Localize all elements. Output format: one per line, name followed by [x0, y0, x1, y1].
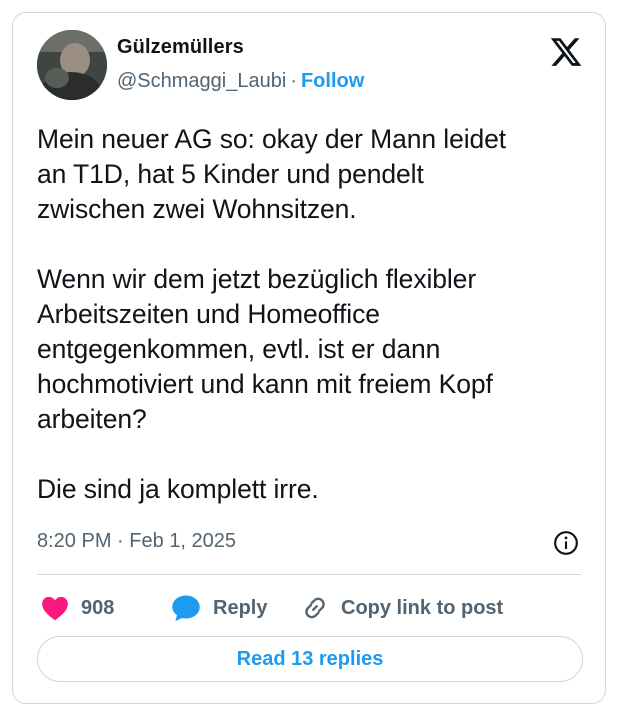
avatar-image: [37, 30, 107, 100]
post-card: Gülzemüllers @Schmaggi_Laubi · Follow Mein…: [12, 12, 606, 704]
follow-button[interactable]: Follow: [301, 70, 364, 92]
meta-separator: ·: [117, 530, 124, 552]
author-handle[interactable]: @Schmaggi_Laubi: [117, 70, 286, 92]
read-replies-label: Read 13 replies: [236, 647, 384, 670]
post-date: Feb 1, 2025: [129, 530, 237, 552]
link-icon: [305, 597, 325, 619]
copy-link-label: Copy link to post: [341, 596, 504, 619]
like-count: 908: [81, 596, 115, 619]
post-timestamp[interactable]: 8:20 PM · Feb 1, 2025: [37, 530, 236, 553]
reply-label: Reply: [213, 596, 268, 619]
avatar[interactable]: [37, 30, 107, 100]
handle-row: @Schmaggi_Laubi · Follow: [117, 70, 364, 93]
divider: [37, 574, 581, 575]
speech-bubble-icon: [172, 595, 200, 622]
read-replies-button[interactable]: Read 13 replies: [37, 636, 583, 682]
x-logo-icon[interactable]: [549, 35, 583, 69]
post-text: Mein neuer AG so: okay der Mann leidet a…: [37, 124, 507, 504]
like-button[interactable]: 908: [41, 588, 114, 628]
separator: ·: [290, 70, 297, 92]
heart-icon: [42, 596, 68, 621]
reply-button[interactable]: Reply: [171, 588, 267, 628]
post-time: 8:20 PM: [37, 530, 112, 552]
info-icon[interactable]: [553, 530, 579, 556]
author-name[interactable]: Gülzemüllers: [117, 36, 244, 59]
copy-link-button[interactable]: Copy link to post: [301, 588, 503, 628]
